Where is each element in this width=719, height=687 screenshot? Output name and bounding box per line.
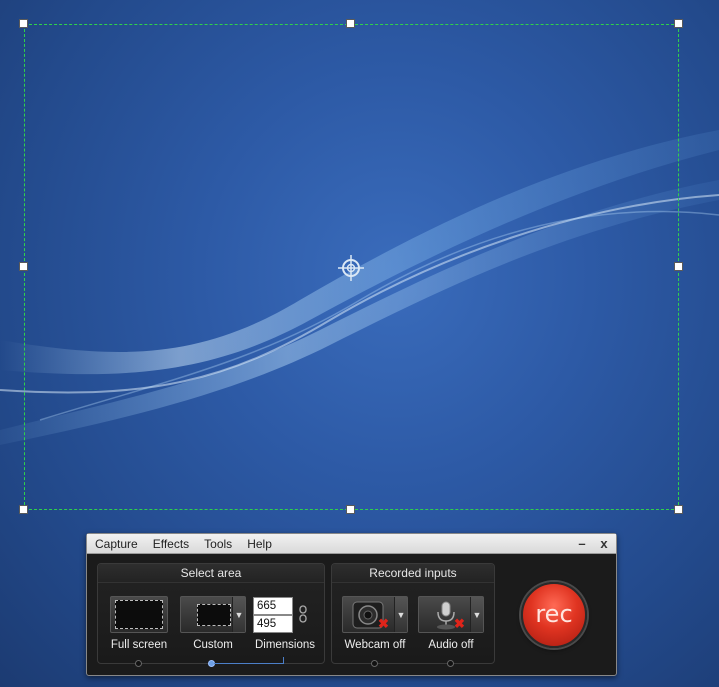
resize-handle-left[interactable] <box>19 262 28 271</box>
full-screen-icon <box>115 600 163 629</box>
minimize-button[interactable]: – <box>574 535 590 553</box>
full-screen-label: Full screen <box>110 639 168 651</box>
selection-indicator-tick <box>283 657 284 664</box>
dimensions-label: Dimensions <box>254 639 316 651</box>
audio-label: Audio off <box>428 639 474 651</box>
webcam-dropdown-arrow[interactable]: ▼ <box>394 597 407 632</box>
recorded-inputs-group: Recorded inputs ✖ ▼ Webcam off ✖ ▼ Audio… <box>331 563 495 667</box>
resize-handle-top-left[interactable] <box>19 19 28 28</box>
record-button[interactable]: rec <box>521 582 587 648</box>
menu-capture[interactable]: Capture <box>95 537 138 551</box>
recorder-toolbar: Capture Effects Tools Help – x Select ar… <box>86 533 617 676</box>
custom-area-button[interactable]: ▼ <box>180 596 246 633</box>
crosshair-move-icon[interactable] <box>337 254 365 282</box>
resize-handle-bottom-left[interactable] <box>19 505 28 514</box>
recorded-inputs-title: Recorded inputs <box>332 564 494 583</box>
audio-dropdown-arrow[interactable]: ▼ <box>470 597 483 632</box>
webcam-label: Webcam off <box>344 639 406 651</box>
close-button[interactable]: x <box>596 535 612 553</box>
menu-effects[interactable]: Effects <box>153 537 189 551</box>
menu-bar: Capture Effects Tools Help – x <box>87 534 616 554</box>
resize-handle-bottom-right[interactable] <box>674 505 683 514</box>
webcam-button[interactable]: ✖ ▼ <box>342 596 408 633</box>
lock-aspect-chain-icon[interactable] <box>299 605 307 623</box>
custom-area-icon <box>197 604 231 626</box>
resize-handle-bottom[interactable] <box>346 505 355 514</box>
audio-indicator <box>447 660 454 667</box>
full-screen-button[interactable] <box>110 596 168 633</box>
selection-indicator-line <box>214 663 284 664</box>
resize-handle-right[interactable] <box>674 262 683 271</box>
audio-off-x-icon: ✖ <box>454 616 465 631</box>
width-input[interactable]: 665 <box>253 597 293 615</box>
custom-label: Custom <box>193 639 233 651</box>
full-screen-indicator <box>135 660 142 667</box>
custom-dropdown-arrow[interactable]: ▼ <box>232 597 245 632</box>
resize-handle-top[interactable] <box>346 19 355 28</box>
resize-handle-top-right[interactable] <box>674 19 683 28</box>
height-input[interactable]: 495 <box>253 615 293 633</box>
menu-tools[interactable]: Tools <box>204 537 232 551</box>
audio-button[interactable]: ✖ ▼ <box>418 596 484 633</box>
menu-help[interactable]: Help <box>247 537 272 551</box>
webcam-indicator <box>371 660 378 667</box>
webcam-off-x-icon: ✖ <box>378 616 389 631</box>
select-area-group: Select area Full screen ▼ Custom 665 495… <box>97 563 325 667</box>
select-area-title: Select area <box>98 564 324 583</box>
